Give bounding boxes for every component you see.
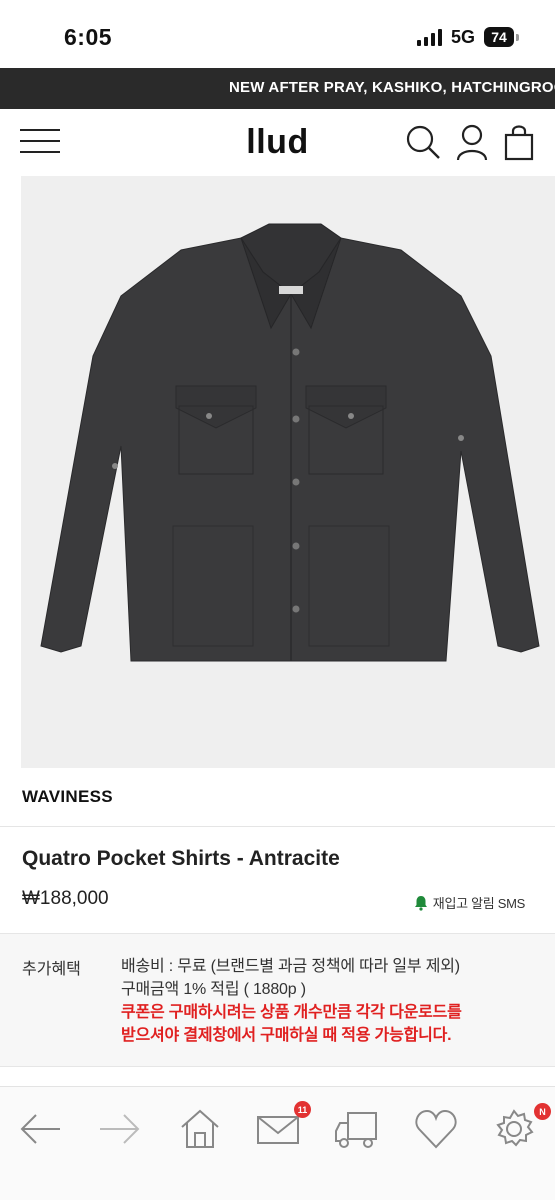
bell-icon <box>414 895 427 911</box>
restock-label: 재입고 알림 SMS <box>432 896 526 911</box>
battery-icon: 74 <box>484 27 519 47</box>
message-badge: 11 <box>294 1101 311 1118</box>
hamburger-menu-icon[interactable] <box>20 125 60 157</box>
announcement-banner[interactable]: NEW AFTER PRAY, KASHIKO, HATCHINGROOM <box>0 68 555 109</box>
forward-icon[interactable] <box>96 1107 144 1151</box>
brand-name[interactable]: WAVINESS <box>22 787 113 807</box>
settings-icon[interactable]: N <box>490 1103 551 1151</box>
benefits-details: 배송비 : 무료 (브랜드별 과금 정책에 따라 일부 제외) 구매금액 1% … <box>121 955 541 1047</box>
product-image[interactable] <box>21 176 555 768</box>
network-type: 5G <box>450 26 475 47</box>
restock-sms-button[interactable]: 재입고 알림 SMS <box>413 893 525 912</box>
delivery-truck-icon[interactable] <box>334 1107 382 1151</box>
search-icon[interactable] <box>403 122 443 162</box>
battery-level: 74 <box>484 27 514 47</box>
home-icon[interactable] <box>176 1107 224 1151</box>
account-icon[interactable] <box>452 122 492 162</box>
banner-text: NEW AFTER PRAY, KASHIKO, HATCHINGROOM <box>229 79 555 96</box>
shirt-illustration <box>40 223 540 662</box>
product-name: Quatro Pocket Shirts - Antracite <box>22 847 340 870</box>
mail-icon[interactable]: 11 <box>254 1101 311 1151</box>
shopping-bag-icon[interactable] <box>500 122 540 162</box>
points-info: 구매금액 1% 적립 ( 1880p ) <box>121 981 306 998</box>
benefits-section: 추가혜택 배송비 : 무료 (브랜드별 과금 정책에 따라 일부 제외) 구매금… <box>0 933 555 1067</box>
status-bar: 6:05 5G 74 <box>0 0 555 68</box>
heart-icon[interactable] <box>412 1107 460 1151</box>
status-time: 6:05 <box>64 24 113 50</box>
coupon-notice-line2: 받으셔야 결제창에서 구매하실 때 적용 가능합니다. <box>121 1027 452 1044</box>
bottom-navigation: 11 N <box>0 1086 555 1200</box>
coupon-notice-line1: 쿠폰은 구매하시려는 상품 개수만큼 각각 다운로드를 <box>121 1004 462 1021</box>
shipping-info: 배송비 : 무료 (브랜드별 과금 정책에 따라 일부 제외) <box>121 958 460 975</box>
product-price: ₩188,000 <box>22 888 109 909</box>
back-icon[interactable] <box>16 1107 64 1151</box>
cellular-signal-icon <box>416 28 442 46</box>
settings-new-badge: N <box>534 1103 551 1120</box>
status-indicators: 5G 74 <box>416 26 519 48</box>
divider <box>0 826 555 827</box>
site-header: llud <box>0 109 555 175</box>
benefits-label: 추가혜택 <box>22 961 81 978</box>
